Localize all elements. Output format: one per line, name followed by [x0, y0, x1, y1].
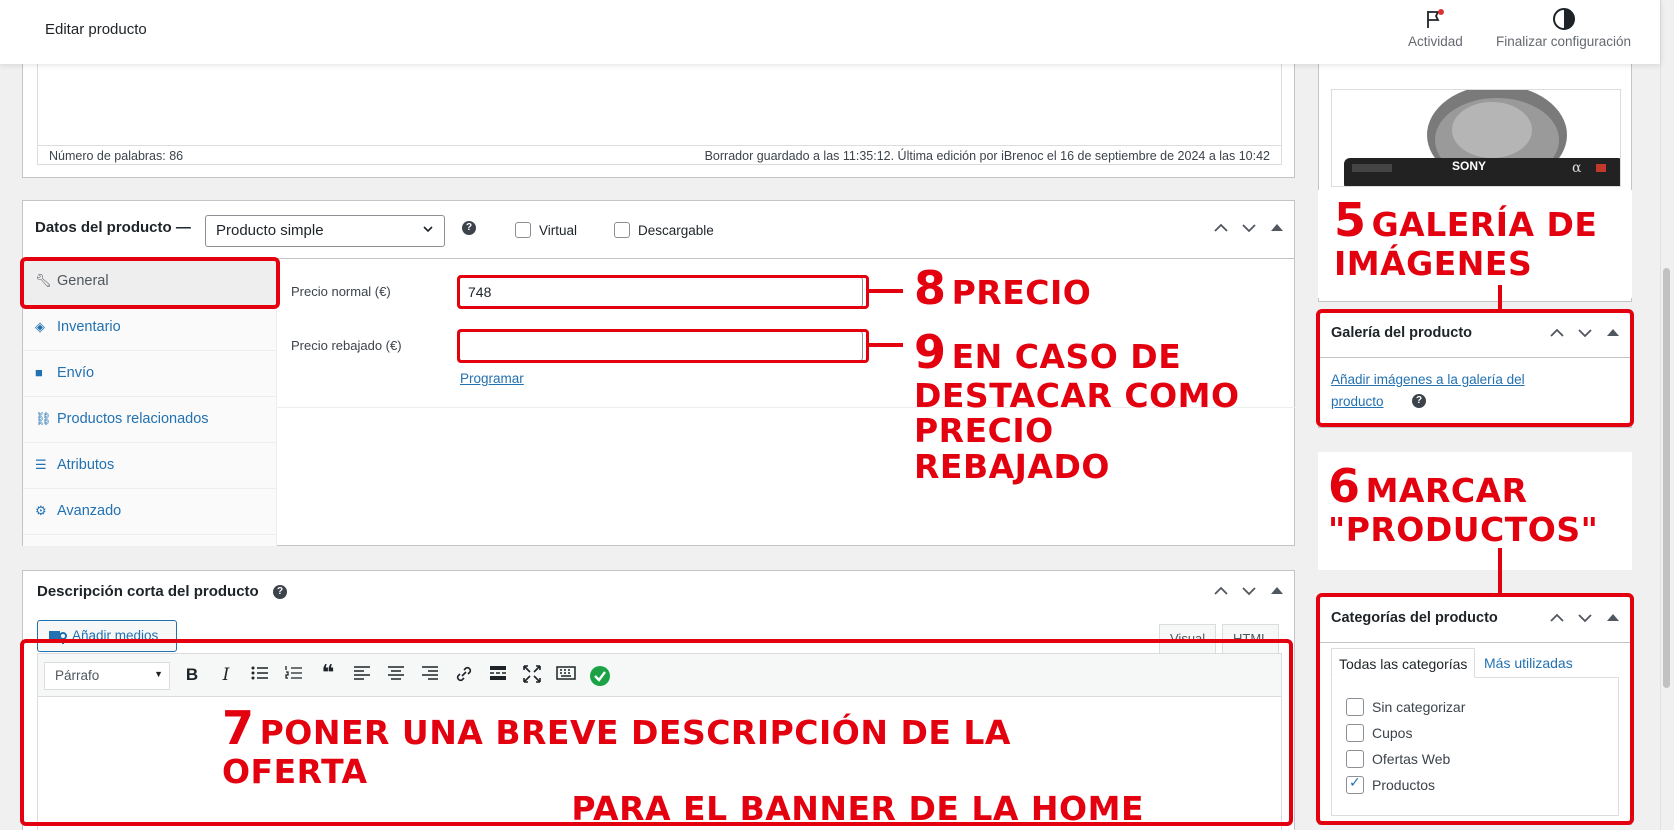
annotation-7: 7 PONER UNA BREVE DESCRIPCIÓN DE LA OFER… [222, 701, 1144, 829]
annotation-8: 8 PRECIO [914, 261, 1092, 315]
truck-icon: ■ [35, 365, 43, 380]
editor-status-bar: Número de palabras: 86 Borrador guardado… [37, 145, 1282, 165]
annotation-box-categories [1316, 593, 1634, 825]
annotation-number: 5 [1334, 193, 1367, 247]
tab-shipping[interactable]: ■ Envío [23, 351, 277, 397]
schedule-link[interactable]: Programar [460, 371, 524, 386]
annotation-text: PRECIO [951, 273, 1092, 312]
tab-advanced[interactable]: ⚙︎ Avanzado [23, 489, 277, 535]
downloadable-checkbox-box[interactable] [614, 222, 630, 238]
annotation-text: GALERÍA DE [1371, 205, 1598, 244]
tab-label: Envío [57, 365, 95, 381]
annotation-text: REBAJADO [914, 446, 1110, 486]
annotation-number: 6 [1328, 459, 1361, 513]
product-type-value: Producto simple [216, 222, 324, 239]
annotation-connector [1498, 548, 1502, 594]
top-bar: Editar producto Actividad Finalizar conf… [0, 0, 1660, 64]
finish-setup-button[interactable]: Finalizar configuración [1496, 8, 1631, 49]
annotation-text: PARA EL BANNER DE LA HOME [571, 789, 1144, 829]
product-data-header: Datos del producto — Producto simple ? V… [23, 201, 1294, 259]
virtual-checkbox[interactable]: Virtual [515, 222, 577, 238]
tab-label: Atributos [57, 457, 115, 473]
annotation-text: "PRODUCTOS" [1328, 509, 1599, 549]
link-icon: ⛓︎ [35, 411, 52, 426]
annotation-text: EN CASO DE [951, 337, 1182, 376]
tab-label: Inventario [57, 319, 121, 335]
flag-icon [1408, 8, 1463, 30]
annotation-6: 6 MARCAR "PRODUCTOS" [1328, 459, 1599, 549]
tab-linked-products[interactable]: ⛓︎ Productos relacionados [23, 397, 277, 443]
annotation-text: PRECIO [914, 411, 1054, 451]
tab-inventory[interactable]: ◈ Inventario [23, 305, 277, 351]
downloadable-checkbox[interactable]: Descargable [614, 222, 714, 238]
tab-label: Avanzado [57, 503, 122, 519]
annotation-text: IMÁGENES [1334, 243, 1533, 283]
camera-image: SONY α [1344, 90, 1620, 186]
activity-button[interactable]: Actividad [1408, 8, 1463, 49]
draft-saved-status: Borrador guardado a las 11:35:12. Última… [704, 149, 1270, 163]
downloadable-label: Descargable [638, 222, 714, 238]
scrollbar-thumb[interactable] [1663, 268, 1670, 688]
product-type-select[interactable]: Producto simple [205, 215, 445, 247]
annotation-number: 7 [222, 701, 255, 755]
annotation-text: MARCAR [1365, 471, 1528, 510]
annotation-box-sale-price [457, 329, 869, 363]
gear-icon: ⚙︎ [35, 503, 47, 518]
virtual-label: Virtual [539, 222, 578, 238]
annotation-text: DESTACAR COMO [914, 375, 1240, 415]
annotation-9: 9 EN CASO DE DESTACAR COMO PRECIO REBAJA… [914, 325, 1240, 486]
list-icon: ☰ [35, 457, 47, 472]
help-icon[interactable]: ? [462, 221, 476, 235]
help-icon[interactable]: ? [273, 585, 287, 599]
annotation-connector [1498, 285, 1502, 311]
chevron-down-icon [422, 223, 434, 238]
product-data-label: Datos del producto — [35, 219, 191, 236]
annotation-5: 5 GALERÍA DE IMÁGENES [1334, 193, 1598, 283]
product-image-thumbnail[interactable]: SONY α [1331, 89, 1621, 187]
half-circle-icon [1496, 8, 1631, 30]
virtual-checkbox-box[interactable] [515, 222, 531, 238]
word-count: Número de palabras: 86 [49, 149, 184, 163]
annotation-number: 9 [914, 325, 947, 379]
short-description-label: Descripción corta del producto [37, 583, 259, 600]
page-title: Editar producto [45, 21, 147, 38]
annotation-text: PONER UNA BREVE DESCRIPCIÓN DE LA OFERTA [222, 713, 1011, 791]
svg-text:α: α [1572, 160, 1582, 176]
annotation-box-gallery [1316, 309, 1634, 427]
regular-price-label: Precio normal (€) [291, 284, 391, 299]
camera-brand-text: SONY [1452, 159, 1486, 173]
panel-move-arrows[interactable] [1213, 220, 1303, 239]
annotation-connector [869, 289, 903, 293]
panel-move-arrows[interactable] [1213, 583, 1303, 602]
description-editor-bottom: Número de palabras: 86 Borrador guardado… [22, 62, 1295, 178]
annotation-box-regular-price [457, 275, 869, 309]
sale-price-label: Precio rebajado (€) [291, 338, 402, 353]
finish-setup-label: Finalizar configuración [1496, 34, 1632, 49]
activity-label: Actividad [1408, 34, 1463, 49]
annotation-number: 8 [914, 261, 947, 315]
tab-label: Productos relacionados [57, 411, 209, 427]
annotation-box-general-tab [20, 257, 280, 309]
tab-attributes[interactable]: ☰ Atributos [23, 443, 277, 489]
tag-icon: ◈ [35, 319, 45, 334]
annotation-connector [869, 343, 903, 347]
